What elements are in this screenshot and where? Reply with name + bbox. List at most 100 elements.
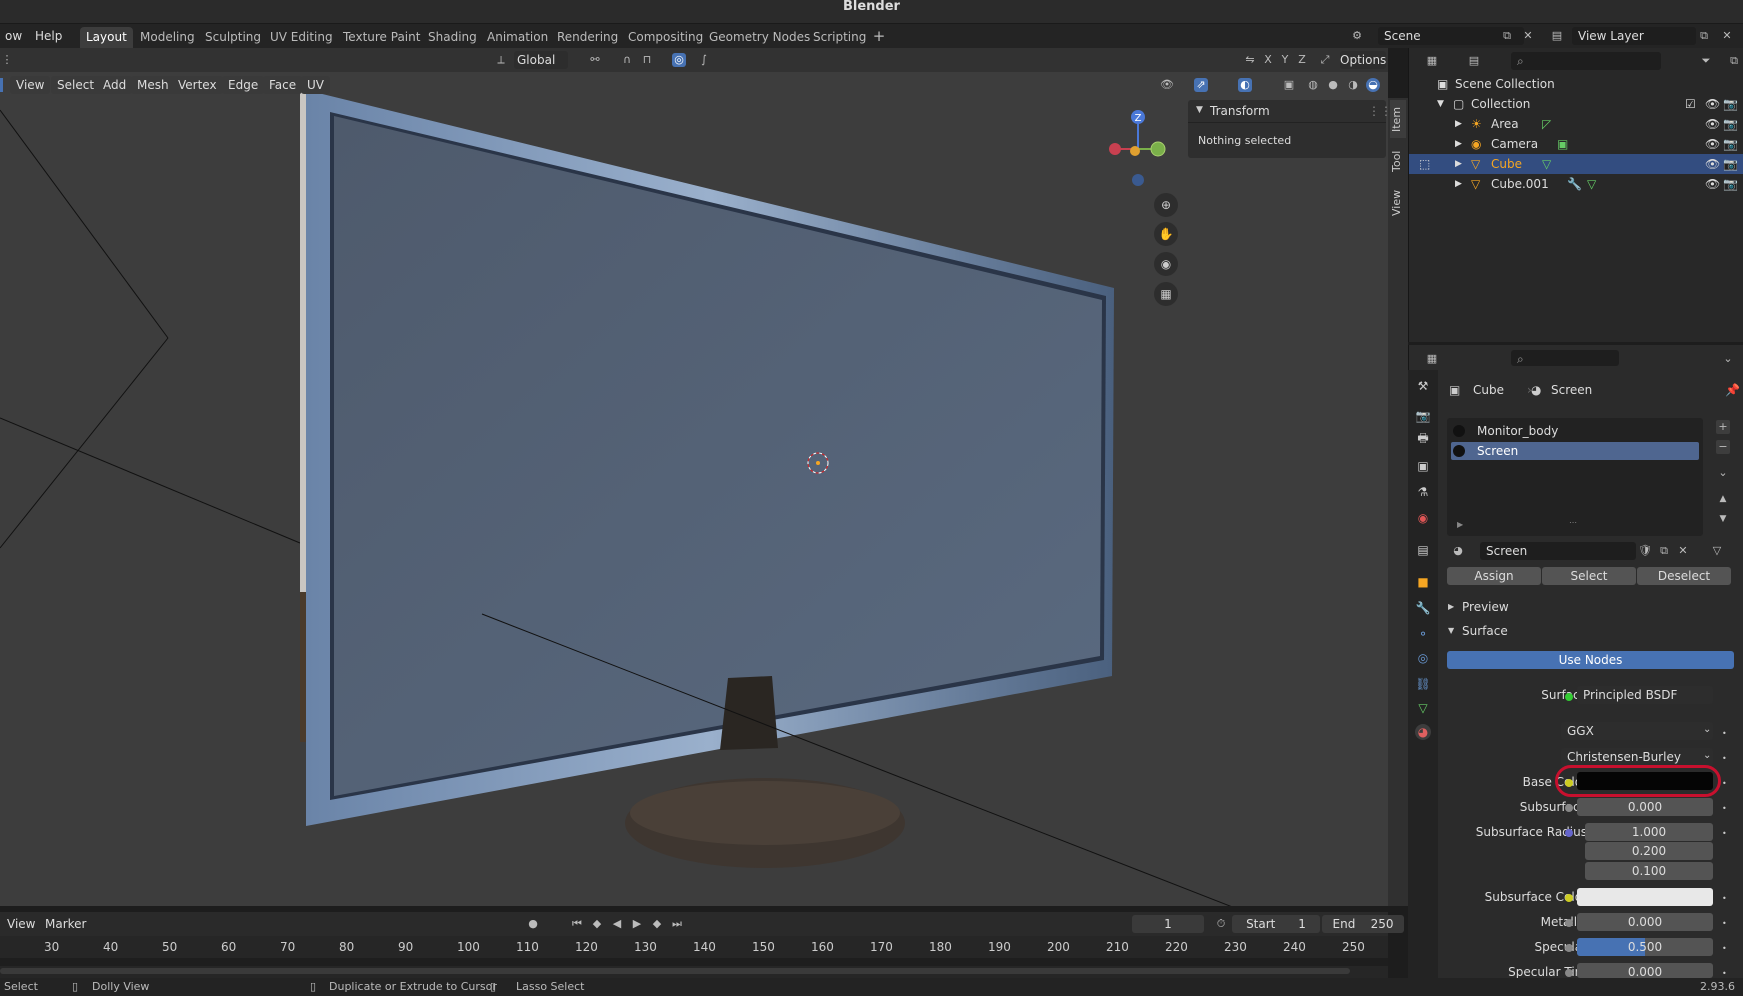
new-collection-icon[interactable]: ⧉ [1727, 54, 1741, 68]
world-tab-icon[interactable]: ◉ [1415, 510, 1431, 526]
tab-view[interactable]: View [1390, 186, 1406, 220]
subsurface-method-select[interactable]: Christensen-Burley [1561, 748, 1713, 766]
list-item[interactable]: Monitor_body [1451, 422, 1699, 440]
move-up-icon[interactable]: ▲ [1716, 492, 1730, 506]
options-icon[interactable]: ⌄ [1721, 352, 1735, 366]
prev-keyframe-icon[interactable]: ◆ [590, 917, 604, 931]
socket-icon[interactable] [1565, 693, 1573, 701]
eye-icon[interactable]: 👁 [1705, 134, 1720, 154]
record-icon[interactable]: ● [526, 917, 540, 931]
options-dropdown[interactable]: Options [1340, 51, 1386, 69]
keyframe-dot-icon[interactable]: • [1722, 804, 1727, 813]
view-layer-icon[interactable]: ▤ [1550, 29, 1564, 43]
modifier-tab-icon[interactable]: 🔧 [1415, 600, 1431, 616]
menu-face[interactable]: Face [263, 76, 303, 94]
eye-icon[interactable]: 👁 [1705, 114, 1720, 134]
menu-edge[interactable]: Edge [222, 76, 265, 94]
add-slot-icon[interactable]: + [1716, 420, 1730, 434]
tab-texture-paint[interactable]: Texture Paint [337, 27, 426, 48]
menu-uv[interactable]: UV [301, 76, 330, 94]
menu-select[interactable]: Select [51, 76, 101, 94]
physics-tab-icon[interactable]: ◎ [1415, 650, 1431, 666]
menu-vertex[interactable]: Vertex [172, 76, 223, 94]
collapse-icon[interactable]: ▼ [1448, 620, 1454, 642]
keyframe-dot-icon[interactable]: • [1722, 779, 1727, 788]
keyframe-dot-icon[interactable]: • [1722, 829, 1727, 838]
material-shading-icon[interactable]: ◑ [1346, 78, 1360, 92]
drag-handle-icon[interactable]: ⋮ [0, 53, 14, 67]
keyframe-dot-icon[interactable]: • [1722, 754, 1727, 763]
tab-layout[interactable]: Layout [80, 27, 133, 48]
data-tab-icon[interactable]: ▽ [1415, 700, 1431, 716]
properties-search-input[interactable]: ⌕ [1511, 350, 1619, 366]
tab-tool[interactable]: Tool [1390, 144, 1406, 178]
jump-start-icon[interactable]: ⏮ [570, 917, 584, 931]
snap-icon[interactable]: ∩ [620, 53, 634, 67]
timeline-menu-view[interactable]: View [2, 915, 40, 933]
editor-type-icon[interactable]: ▦ [1425, 54, 1439, 68]
metallic-field[interactable]: 0.000 [1577, 913, 1713, 931]
start-frame-field[interactable]: Start 1 [1232, 915, 1320, 933]
checkbox-icon[interactable]: ☑ [1685, 94, 1696, 114]
menu-view[interactable]: View [10, 76, 51, 94]
tab-scripting[interactable]: Scripting [807, 27, 872, 48]
menu-help[interactable]: Help [30, 27, 67, 45]
fake-user-icon[interactable]: 🛡 [1638, 544, 1652, 558]
tab-rendering[interactable]: Rendering [551, 27, 624, 48]
mirror-z[interactable]: Z [1295, 53, 1309, 67]
tab-modeling[interactable]: Modeling [134, 27, 201, 48]
remove-slot-icon[interactable]: − [1716, 440, 1730, 454]
outliner-row-camera[interactable]: ▶ ◉ Camera ▣ 👁 📷 [1409, 134, 1743, 154]
collection-tab-icon[interactable]: ▤ [1415, 542, 1431, 558]
editor-type-icon[interactable]: ▦ [1425, 352, 1439, 366]
new-scene-icon[interactable]: ⧉ [1500, 29, 1514, 43]
tab-animation[interactable]: Animation [481, 27, 554, 48]
assign-button[interactable]: Assign [1447, 567, 1541, 585]
socket-icon[interactable] [1565, 894, 1573, 902]
pan-icon[interactable]: ✋ [1154, 222, 1178, 246]
unlink-material-icon[interactable]: ✕ [1676, 544, 1690, 558]
material-slot-list[interactable]: Monitor_body Screen ▶ ⋯ [1447, 418, 1703, 536]
subsurface-color-swatch[interactable] [1577, 888, 1713, 906]
scene-collection-row[interactable]: ▣ Scene Collection [1409, 74, 1743, 94]
transform-orientation-select[interactable]: Global [514, 51, 568, 69]
keyframe-dot-icon[interactable]: • [1722, 919, 1727, 928]
distribution-select[interactable]: GGX [1561, 722, 1713, 740]
close-view-layer-icon[interactable]: ✕ [1720, 29, 1734, 43]
mode-indicator[interactable] [0, 78, 3, 92]
tab-uv-editing[interactable]: UV Editing [264, 27, 339, 48]
surface-shader-field[interactable]: Principled BSDF [1577, 686, 1713, 704]
stopwatch-icon[interactable]: ⏱ [1214, 917, 1228, 931]
subsurface-radius-z[interactable]: 0.100 [1585, 862, 1713, 880]
move-down-icon[interactable]: ▼ [1716, 512, 1730, 526]
preview-panel-header[interactable]: ▶ Preview [1440, 596, 1740, 618]
expand-icon[interactable]: ▶ [1455, 174, 1462, 194]
expand-icon[interactable]: ▶ [1448, 596, 1454, 618]
expand-filter-icon[interactable]: ▶ [1457, 520, 1463, 529]
jump-end-icon[interactable]: ⏭ [670, 917, 684, 931]
subsurface-radius-y[interactable]: 0.200 [1585, 842, 1713, 860]
close-scene-icon[interactable]: ✕ [1521, 29, 1535, 43]
use-nodes-button[interactable]: Use Nodes [1447, 651, 1734, 669]
specular-field[interactable]: 0.500 [1577, 938, 1713, 956]
filter-icon[interactable]: ⏷ [1699, 54, 1713, 68]
expand-icon[interactable]: ▼ [1437, 94, 1444, 114]
outliner-row-cube-001[interactable]: ▶ ▽ Cube.001 🔧 ▽ 👁 📷 [1409, 174, 1743, 194]
end-frame-field[interactable]: End 250 [1322, 915, 1404, 933]
camera-render-icon[interactable]: 📷 [1723, 154, 1738, 174]
next-keyframe-icon[interactable]: ◆ [650, 917, 664, 931]
collection-row[interactable]: ▼ ▢ Collection ☑ 👁 📷 [1409, 94, 1743, 114]
keyframe-dot-icon[interactable]: • [1722, 729, 1727, 738]
autoscale-icon[interactable]: ⤢ [1318, 53, 1332, 67]
material-link-icon[interactable]: ▽ [1710, 544, 1724, 558]
material-name-field[interactable]: Screen [1480, 542, 1636, 560]
overlay-toggle-icon[interactable]: ◐ [1238, 78, 1252, 92]
eye-icon[interactable]: 👁 [1705, 174, 1720, 194]
expand-icon[interactable]: ▶ [1455, 134, 1462, 154]
deselect-button[interactable]: Deselect [1637, 567, 1731, 585]
render-tab-icon[interactable]: 📷 [1415, 408, 1431, 424]
scene-icon[interactable]: ⚙ [1350, 29, 1364, 43]
mirror-y[interactable]: Y [1278, 53, 1292, 67]
visibility-icon[interactable]: 👁 [1160, 78, 1174, 92]
proportional-edit-icon[interactable]: ◎ [672, 53, 686, 67]
